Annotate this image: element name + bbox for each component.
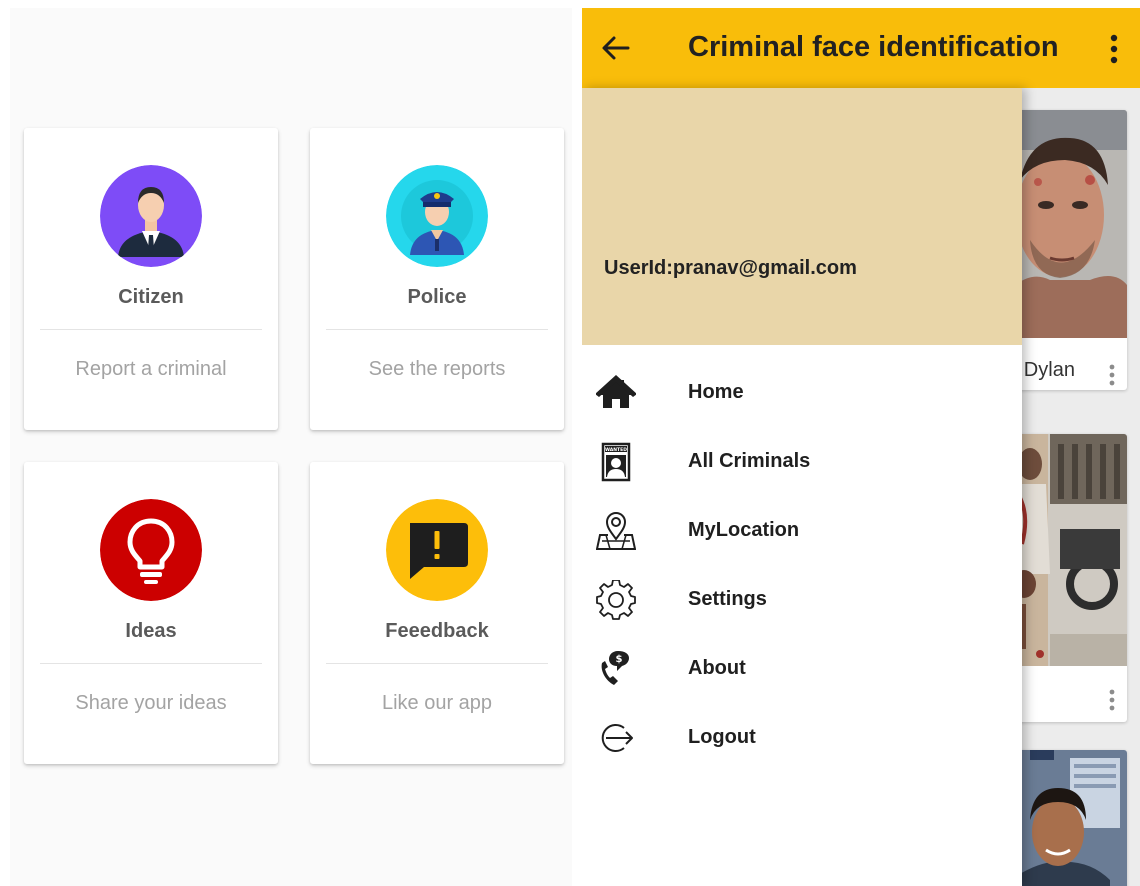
criminal-list-screen: ne Dylan: [582, 8, 1140, 886]
police-card[interactable]: Police See the reports: [310, 128, 564, 430]
svg-text:WANTED: WANTED: [605, 447, 627, 453]
drawer-item-label: Home: [688, 381, 744, 403]
card-title: Citizen: [118, 286, 184, 308]
drawer-item-settings[interactable]: Settings: [582, 570, 1022, 630]
criminal-photo: [1010, 434, 1127, 666]
app-title: Criminal face identification: [688, 31, 1059, 63]
gear-icon: [596, 580, 636, 620]
drawer-item-my-location[interactable]: MyLocation: [582, 501, 1022, 561]
card-subtitle: Share your ideas: [75, 692, 227, 714]
home-icon: [596, 373, 636, 413]
drawer-header: UserId:pranav@gmail.com: [582, 88, 1022, 345]
more-vertical-icon[interactable]: [1107, 364, 1117, 386]
drawer-item-label: About: [688, 657, 746, 679]
criminal-card[interactable]: ne Dylan: [1010, 110, 1127, 390]
drawer-item-label: All Criminals: [688, 450, 811, 472]
navigation-drawer: UserId:pranav@gmail.com Home WANTED All …: [582, 88, 1022, 886]
home-screen: Citizen Report a criminal Police See the…: [10, 8, 572, 886]
ideas-card[interactable]: Ideas Share your ideas: [24, 462, 278, 764]
card-title: Police: [407, 286, 467, 308]
lightbulb-icon: [100, 499, 202, 601]
citizen-card[interactable]: Citizen Report a criminal: [24, 128, 278, 430]
app-bar: Criminal face identification: [582, 8, 1140, 88]
user-id-label: UserId:pranav@gmail.com: [604, 257, 857, 279]
criminal-photo: [1010, 110, 1127, 338]
criminal-photo: [1010, 750, 1127, 886]
criminal-card[interactable]: [1010, 750, 1127, 886]
drawer-item-logout[interactable]: Logout: [582, 708, 1022, 768]
drawer-item-label: Settings: [688, 588, 767, 610]
drawer-item-label: Logout: [688, 726, 756, 748]
drawer-item-home[interactable]: Home: [582, 363, 1022, 423]
card-title: Ideas: [125, 620, 177, 642]
more-vertical-icon[interactable]: [1104, 34, 1124, 64]
card-divider: [326, 663, 548, 664]
card-subtitle: Like our app: [381, 692, 493, 714]
card-divider: [40, 329, 262, 330]
phone-dollar-icon: $: [596, 649, 636, 689]
wanted-poster-icon: WANTED: [596, 442, 636, 482]
drawer-item-about[interactable]: $ About: [582, 639, 1022, 699]
card-title: Feeedback: [385, 620, 489, 642]
arrow-left-icon[interactable]: [598, 30, 634, 66]
drawer-item-all-criminals[interactable]: WANTED All Criminals: [582, 432, 1022, 492]
feedback-card[interactable]: Feeedback Like our app: [310, 462, 564, 764]
card-divider: [326, 329, 548, 330]
feedback-icon: [386, 499, 488, 601]
citizen-icon: [100, 165, 202, 267]
drawer-item-label: MyLocation: [688, 519, 800, 541]
card-subtitle: Report a criminal: [75, 358, 227, 380]
logout-icon: [596, 718, 636, 758]
card-subtitle: See the reports: [368, 358, 506, 380]
police-icon: [386, 165, 488, 267]
criminal-card[interactable]: c: [1010, 434, 1127, 722]
map-pin-icon: [596, 511, 636, 551]
more-vertical-icon[interactable]: [1107, 689, 1117, 711]
svg-text:$: $: [616, 654, 623, 665]
card-divider: [40, 663, 262, 664]
